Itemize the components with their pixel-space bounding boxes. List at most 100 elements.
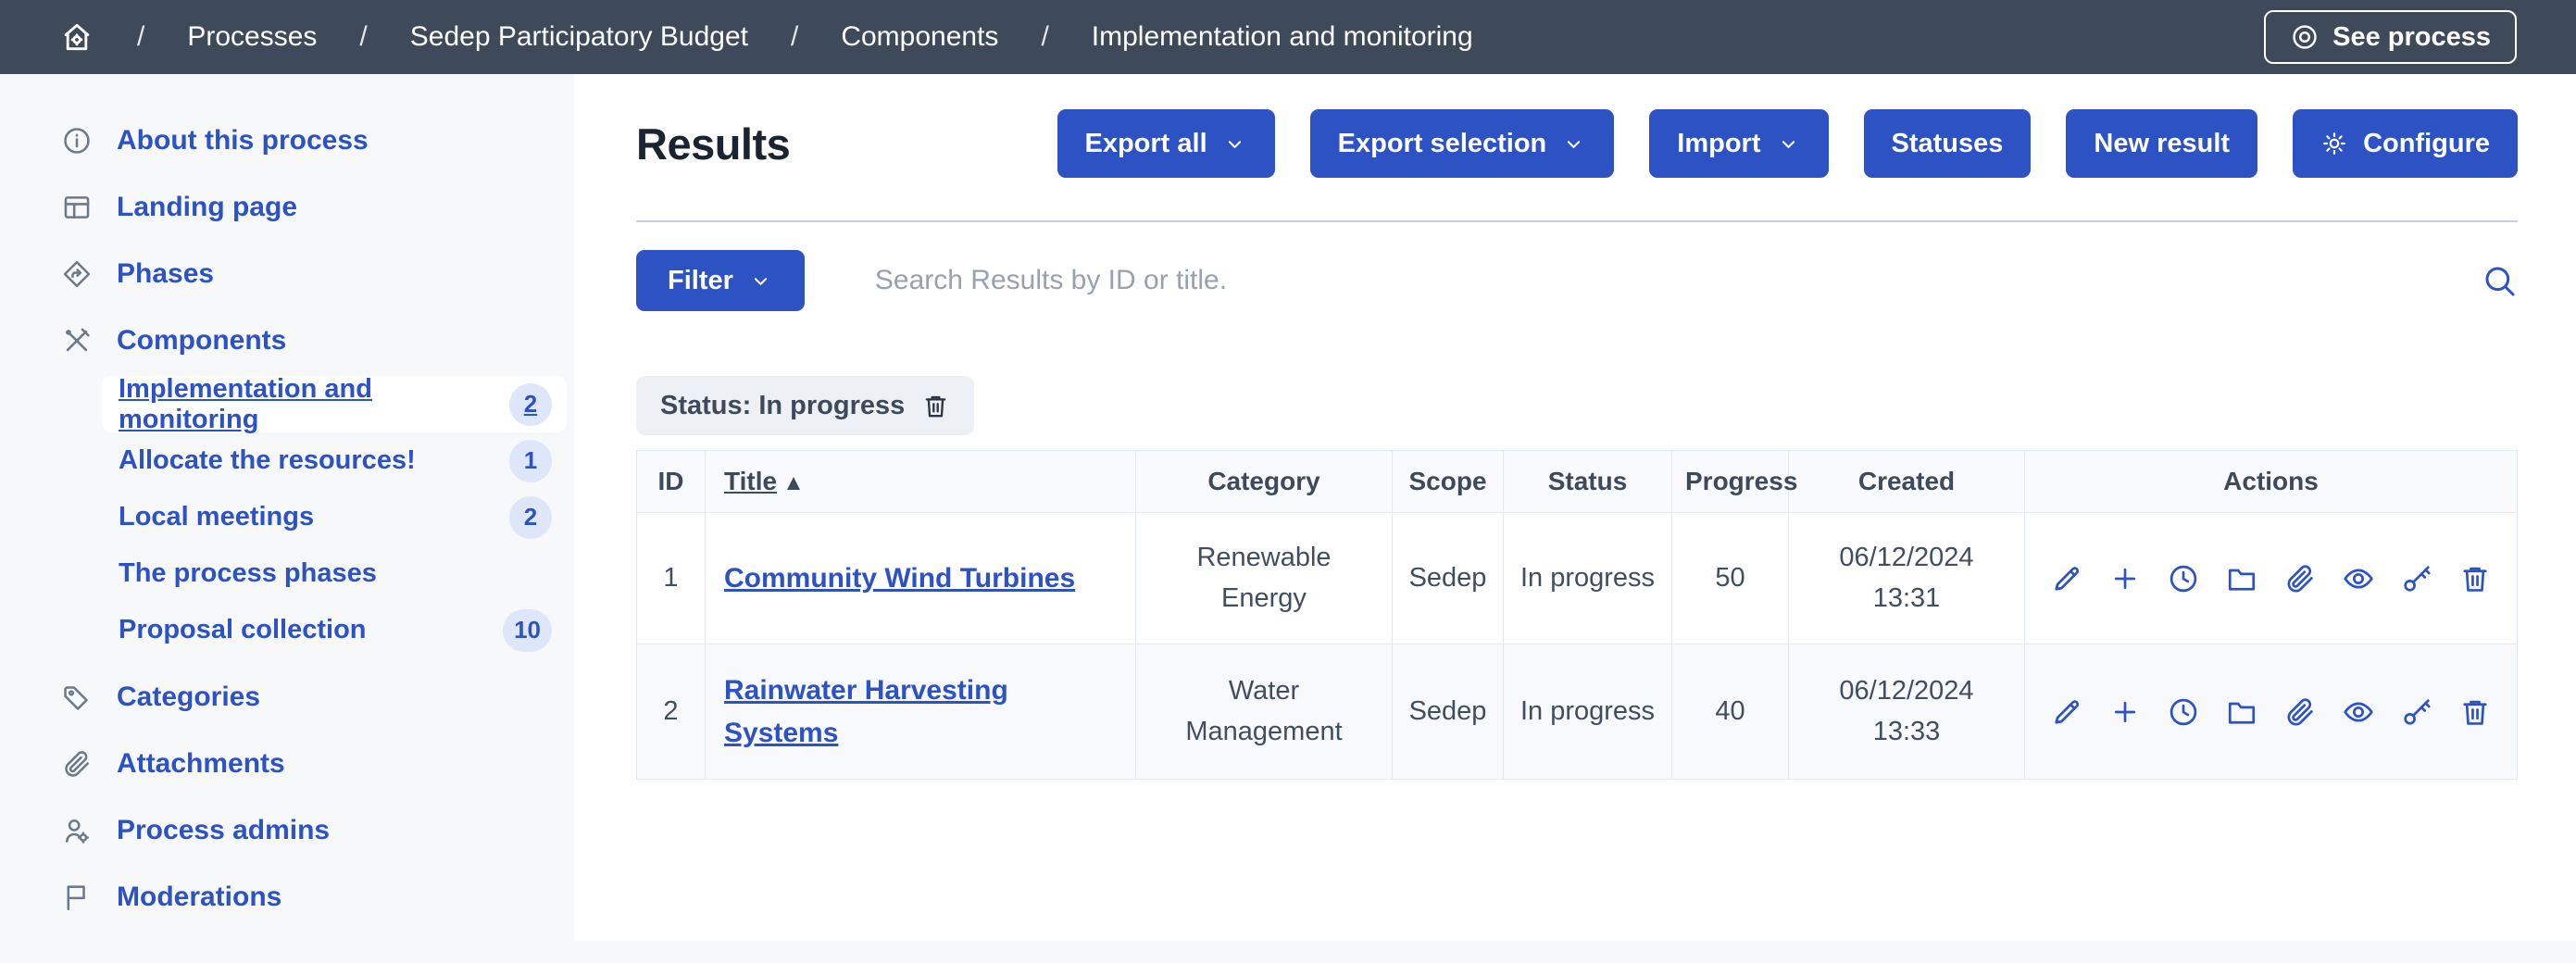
trash-icon bbox=[2458, 695, 2492, 729]
subitem-label: Implementation and monitoring bbox=[119, 374, 509, 435]
sort-ascending-icon: ▲ bbox=[782, 470, 805, 496]
column-header-title[interactable]: Title▲ bbox=[706, 451, 1136, 513]
trash-icon bbox=[2458, 562, 2492, 595]
filter-search-bar: Filter bbox=[636, 250, 2518, 311]
history-action-button[interactable] bbox=[2167, 695, 2200, 729]
subitem-label: Local meetings bbox=[119, 502, 314, 532]
sidebar-item-label: Landing page bbox=[117, 192, 297, 223]
filter-button[interactable]: Filter bbox=[636, 250, 805, 311]
breadcrumb-processes[interactable]: Processes bbox=[187, 21, 317, 53]
permissions-action-button[interactable] bbox=[2400, 562, 2433, 595]
table-header-row: ID Title▲ Category Scope Status Progress… bbox=[637, 451, 2518, 513]
filter-label: Filter bbox=[668, 266, 733, 296]
configure-button[interactable]: Configure bbox=[2293, 109, 2518, 178]
pencil-icon bbox=[2050, 562, 2083, 595]
import-label: Import bbox=[1677, 129, 1760, 159]
info-icon bbox=[61, 125, 93, 156]
paperclip-icon bbox=[61, 748, 93, 780]
folder-icon bbox=[2225, 562, 2258, 595]
statuses-button[interactable]: Statuses bbox=[1864, 109, 2032, 178]
breadcrumb-separator: / bbox=[791, 21, 798, 53]
tools-icon bbox=[61, 325, 93, 356]
see-process-button[interactable]: See process bbox=[2264, 10, 2517, 64]
export-all-button[interactable]: Export all bbox=[1057, 109, 1275, 178]
export-all-label: Export all bbox=[1085, 129, 1207, 159]
table-row: 2 Rainwater Harvesting Systems Water Man… bbox=[637, 644, 2518, 780]
sidebar-item-attachments[interactable]: Attachments bbox=[0, 731, 574, 797]
edit-action-button[interactable] bbox=[2050, 562, 2083, 595]
subitem-label: Allocate the resources! bbox=[119, 445, 416, 476]
sidebar-item-phases[interactable]: Phases bbox=[0, 241, 574, 307]
results-panel: Results Export all Export selection Impo… bbox=[574, 74, 2576, 941]
see-process-target-icon bbox=[2290, 22, 2320, 52]
sidebar-subitem-the-process-phases[interactable]: The process phases bbox=[102, 545, 567, 602]
sidebar-item-moderations[interactable]: Moderations bbox=[0, 864, 574, 931]
result-title-link[interactable]: Community Wind Turbines bbox=[724, 563, 1075, 594]
delete-action-button[interactable] bbox=[2458, 562, 2492, 595]
key-icon bbox=[2400, 562, 2433, 595]
cell-category: Renewable Energy bbox=[1136, 513, 1393, 644]
search-button[interactable] bbox=[2481, 262, 2518, 299]
sidebar-item-label: Phases bbox=[117, 258, 214, 290]
active-filter-chip: Status: In progress bbox=[636, 376, 974, 435]
sidebar-subitem-proposal-collection[interactable]: Proposal collection 10 bbox=[102, 602, 567, 658]
chevron-down-icon bbox=[1222, 131, 1247, 156]
edit-action-button[interactable] bbox=[2050, 695, 2083, 729]
result-title-link[interactable]: Rainwater Harvesting Systems bbox=[724, 675, 1008, 748]
cell-scope: Sedep bbox=[1393, 644, 1504, 780]
sidebar-item-label: Categories bbox=[117, 682, 260, 713]
sidebar-item-label: Moderations bbox=[117, 882, 281, 913]
breadcrumb-process-name[interactable]: Sedep Participatory Budget bbox=[410, 21, 748, 53]
add-action-button[interactable] bbox=[2108, 562, 2142, 595]
eye-icon bbox=[2342, 695, 2375, 729]
sidebar-item-process-admins[interactable]: Process admins bbox=[0, 797, 574, 864]
folder-action-button[interactable] bbox=[2225, 562, 2258, 595]
see-process-label: See process bbox=[2332, 22, 2491, 53]
components-subnav: Implementation and monitoring 2 Allocate… bbox=[0, 374, 574, 664]
breadcrumb-components[interactable]: Components bbox=[841, 21, 998, 53]
sidebar-item-about[interactable]: About this process bbox=[0, 107, 574, 174]
clock-icon bbox=[2167, 695, 2200, 729]
sidebar-item-label: Components bbox=[117, 325, 286, 356]
home-icon[interactable] bbox=[59, 19, 94, 55]
folder-action-button[interactable] bbox=[2225, 695, 2258, 729]
page-title: Results bbox=[636, 119, 790, 169]
attachments-action-button[interactable] bbox=[2283, 695, 2317, 729]
column-header-scope: Scope bbox=[1393, 451, 1504, 513]
export-selection-label: Export selection bbox=[1338, 129, 1547, 159]
preview-action-button[interactable] bbox=[2342, 562, 2375, 595]
sidebar-subitem-local-meetings[interactable]: Local meetings 2 bbox=[102, 489, 567, 545]
delete-action-button[interactable] bbox=[2458, 695, 2492, 729]
key-icon bbox=[2400, 695, 2433, 729]
import-button[interactable]: Import bbox=[1649, 109, 1828, 178]
pencil-icon bbox=[2050, 695, 2083, 729]
sidebar-item-label: Process admins bbox=[117, 815, 330, 846]
count-badge: 2 bbox=[509, 496, 552, 539]
statuses-label: Statuses bbox=[1892, 129, 2004, 159]
sidebar-item-landing-page[interactable]: Landing page bbox=[0, 174, 574, 241]
add-action-button[interactable] bbox=[2108, 695, 2142, 729]
plus-icon bbox=[2108, 562, 2142, 595]
user-gear-icon bbox=[61, 815, 93, 846]
eye-icon bbox=[2342, 562, 2375, 595]
sidebar-subitem-implementation-and-monitoring[interactable]: Implementation and monitoring 2 bbox=[102, 376, 567, 432]
attachments-action-button[interactable] bbox=[2283, 562, 2317, 595]
sidebar-item-components[interactable]: Components bbox=[0, 307, 574, 374]
search-input[interactable] bbox=[805, 265, 2481, 296]
permissions-action-button[interactable] bbox=[2400, 695, 2433, 729]
breadcrumb-current-component[interactable]: Implementation and monitoring bbox=[1092, 21, 1473, 53]
paperclip-icon bbox=[2283, 562, 2317, 595]
subitem-label: The process phases bbox=[119, 558, 377, 589]
preview-action-button[interactable] bbox=[2342, 695, 2375, 729]
flag-icon bbox=[61, 882, 93, 913]
sidebar-item-categories[interactable]: Categories bbox=[0, 664, 574, 731]
results-toolbar: Export all Export selection Import Statu… bbox=[1057, 109, 2519, 178]
history-action-button[interactable] bbox=[2167, 562, 2200, 595]
sidebar-subitem-allocate-the-resources[interactable]: Allocate the resources! 1 bbox=[102, 432, 567, 489]
sort-by-title-link[interactable]: Title bbox=[724, 467, 777, 495]
export-selection-button[interactable]: Export selection bbox=[1310, 109, 1615, 178]
results-table: ID Title▲ Category Scope Status Progress… bbox=[636, 450, 2518, 780]
new-result-button[interactable]: New result bbox=[2066, 109, 2257, 178]
remove-filter-button[interactable] bbox=[921, 392, 950, 420]
section-divider bbox=[636, 220, 2518, 222]
